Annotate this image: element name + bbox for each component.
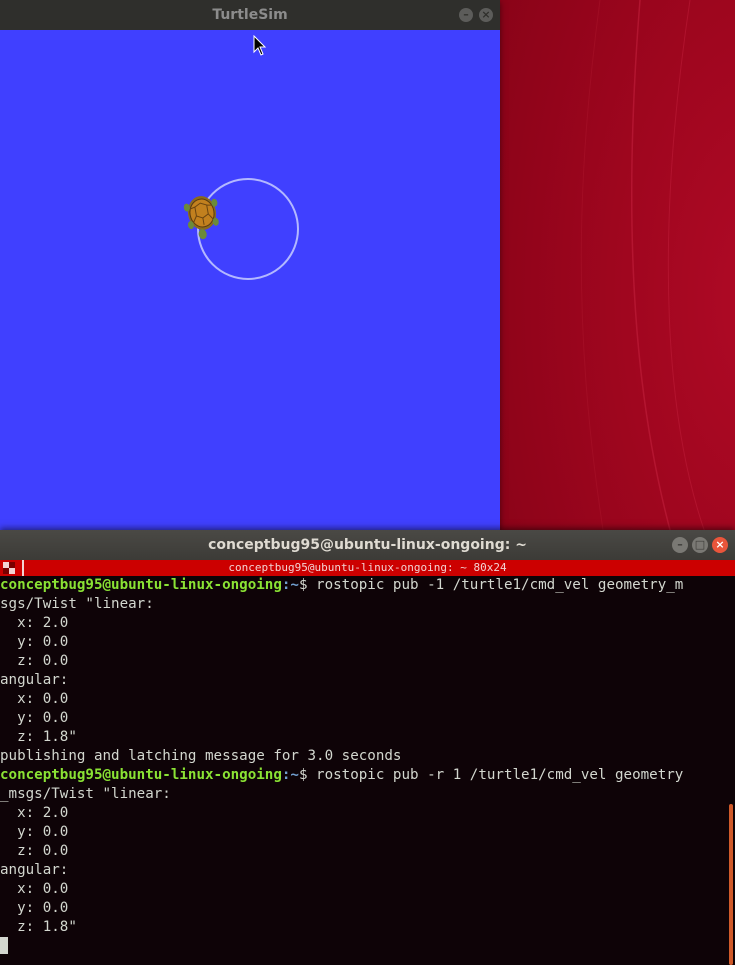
line-text: x: 0.0	[0, 691, 69, 707]
terminal-titlebar[interactable]: conceptbug95@ubuntu-linux-ongoing: ~ – □…	[0, 530, 735, 560]
line-text: angular:	[0, 672, 69, 688]
line-text: y: 0.0	[0, 824, 69, 840]
terminal-input-line[interactable]	[0, 937, 728, 956]
line-text: $ rostopic pub -1 /turtle1/cmd_vel geome…	[298, 577, 684, 593]
terminal-output-line: angular:	[0, 861, 728, 880]
terminal-output-line: sgs/Twist "linear:	[0, 595, 728, 614]
line-text: publishing and latching message for 3.0 …	[0, 748, 402, 764]
prompt-user: conceptbug95@ubuntu-linux-ongoing	[0, 577, 282, 593]
terminal-output-line: z: 1.8"	[0, 918, 728, 937]
terminal-scrollbar-thumb[interactable]	[729, 804, 733, 965]
terminal-output-line: _msgs/Twist "linear:	[0, 785, 728, 804]
minimize-button[interactable]: –	[459, 8, 473, 22]
line-text: y: 0.0	[0, 900, 69, 916]
terminal-output[interactable]: conceptbug95@ubuntu-linux-ongoing:~$ ros…	[0, 576, 728, 965]
terminal-output-line: z: 1.8"	[0, 728, 728, 747]
terminal-scrollbar[interactable]	[728, 576, 735, 965]
terminal-output-line: y: 0.0	[0, 823, 728, 842]
line-text: angular:	[0, 862, 69, 878]
terminal-output-line: x: 0.0	[0, 690, 728, 709]
prompt-path: :~	[281, 577, 299, 593]
line-text: $ rostopic pub -r 1 /turtle1/cmd_vel geo…	[298, 767, 684, 783]
terminal-output-line: y: 0.0	[0, 633, 728, 652]
terminal-output-line: publishing and latching message for 3.0 …	[0, 747, 728, 766]
prompt-path: :~	[281, 767, 299, 783]
line-text: sgs/Twist "linear:	[0, 596, 154, 612]
line-text: z: 1.8"	[0, 729, 77, 745]
terminal-infobar: conceptbug95@ubuntu-linux-ongoing: ~ 80x…	[0, 560, 735, 576]
terminal-title: conceptbug95@ubuntu-linux-ongoing: ~	[208, 537, 527, 553]
terminal-prompt-line: conceptbug95@ubuntu-linux-ongoing:~$ ros…	[0, 766, 728, 785]
turtle-icon	[183, 196, 219, 240]
mouse-cursor-icon	[253, 35, 267, 56]
close-button[interactable]: ×	[479, 8, 493, 22]
line-text: z: 0.0	[0, 843, 69, 859]
infobar-separator	[22, 560, 24, 576]
turtlesim-title: TurtleSim	[212, 7, 288, 23]
line-text: x: 2.0	[0, 615, 69, 631]
turtlesim-window[interactable]: TurtleSim – ×	[0, 0, 500, 530]
terminal-layout-icon	[3, 562, 15, 574]
line-text: _msgs/Twist "linear:	[0, 786, 171, 802]
line-text: z: 0.0	[0, 653, 69, 669]
line-text: y: 0.0	[0, 710, 69, 726]
turtlesim-titlebar[interactable]: TurtleSim – ×	[0, 0, 500, 30]
terminal-window[interactable]: conceptbug95@ubuntu-linux-ongoing: ~ – □…	[0, 530, 735, 965]
terminal-output-line: x: 2.0	[0, 614, 728, 633]
terminal-maximize-button[interactable]: □	[692, 537, 708, 553]
turtle-path	[197, 178, 299, 280]
terminal-output-line: x: 0.0	[0, 880, 728, 899]
terminal-infobar-text: conceptbug95@ubuntu-linux-ongoing: ~ 80x…	[228, 561, 507, 574]
terminal-close-button[interactable]: ×	[712, 537, 728, 553]
terminal-minimize-button[interactable]: –	[672, 537, 688, 553]
terminal-output-line: z: 0.0	[0, 652, 728, 671]
line-text: x: 0.0	[0, 881, 69, 897]
line-text: z: 1.8"	[0, 919, 77, 935]
terminal-output-line: z: 0.0	[0, 842, 728, 861]
terminal-output-line: angular:	[0, 671, 728, 690]
terminal-cursor	[0, 937, 8, 954]
turtlesim-canvas	[0, 30, 500, 530]
terminal-output-line: y: 0.0	[0, 899, 728, 918]
terminal-output-line: x: 2.0	[0, 804, 728, 823]
terminal-output-line: y: 0.0	[0, 709, 728, 728]
line-text: x: 2.0	[0, 805, 69, 821]
prompt-user: conceptbug95@ubuntu-linux-ongoing	[0, 767, 282, 783]
line-text: y: 0.0	[0, 634, 69, 650]
terminal-prompt-line: conceptbug95@ubuntu-linux-ongoing:~$ ros…	[0, 576, 728, 595]
